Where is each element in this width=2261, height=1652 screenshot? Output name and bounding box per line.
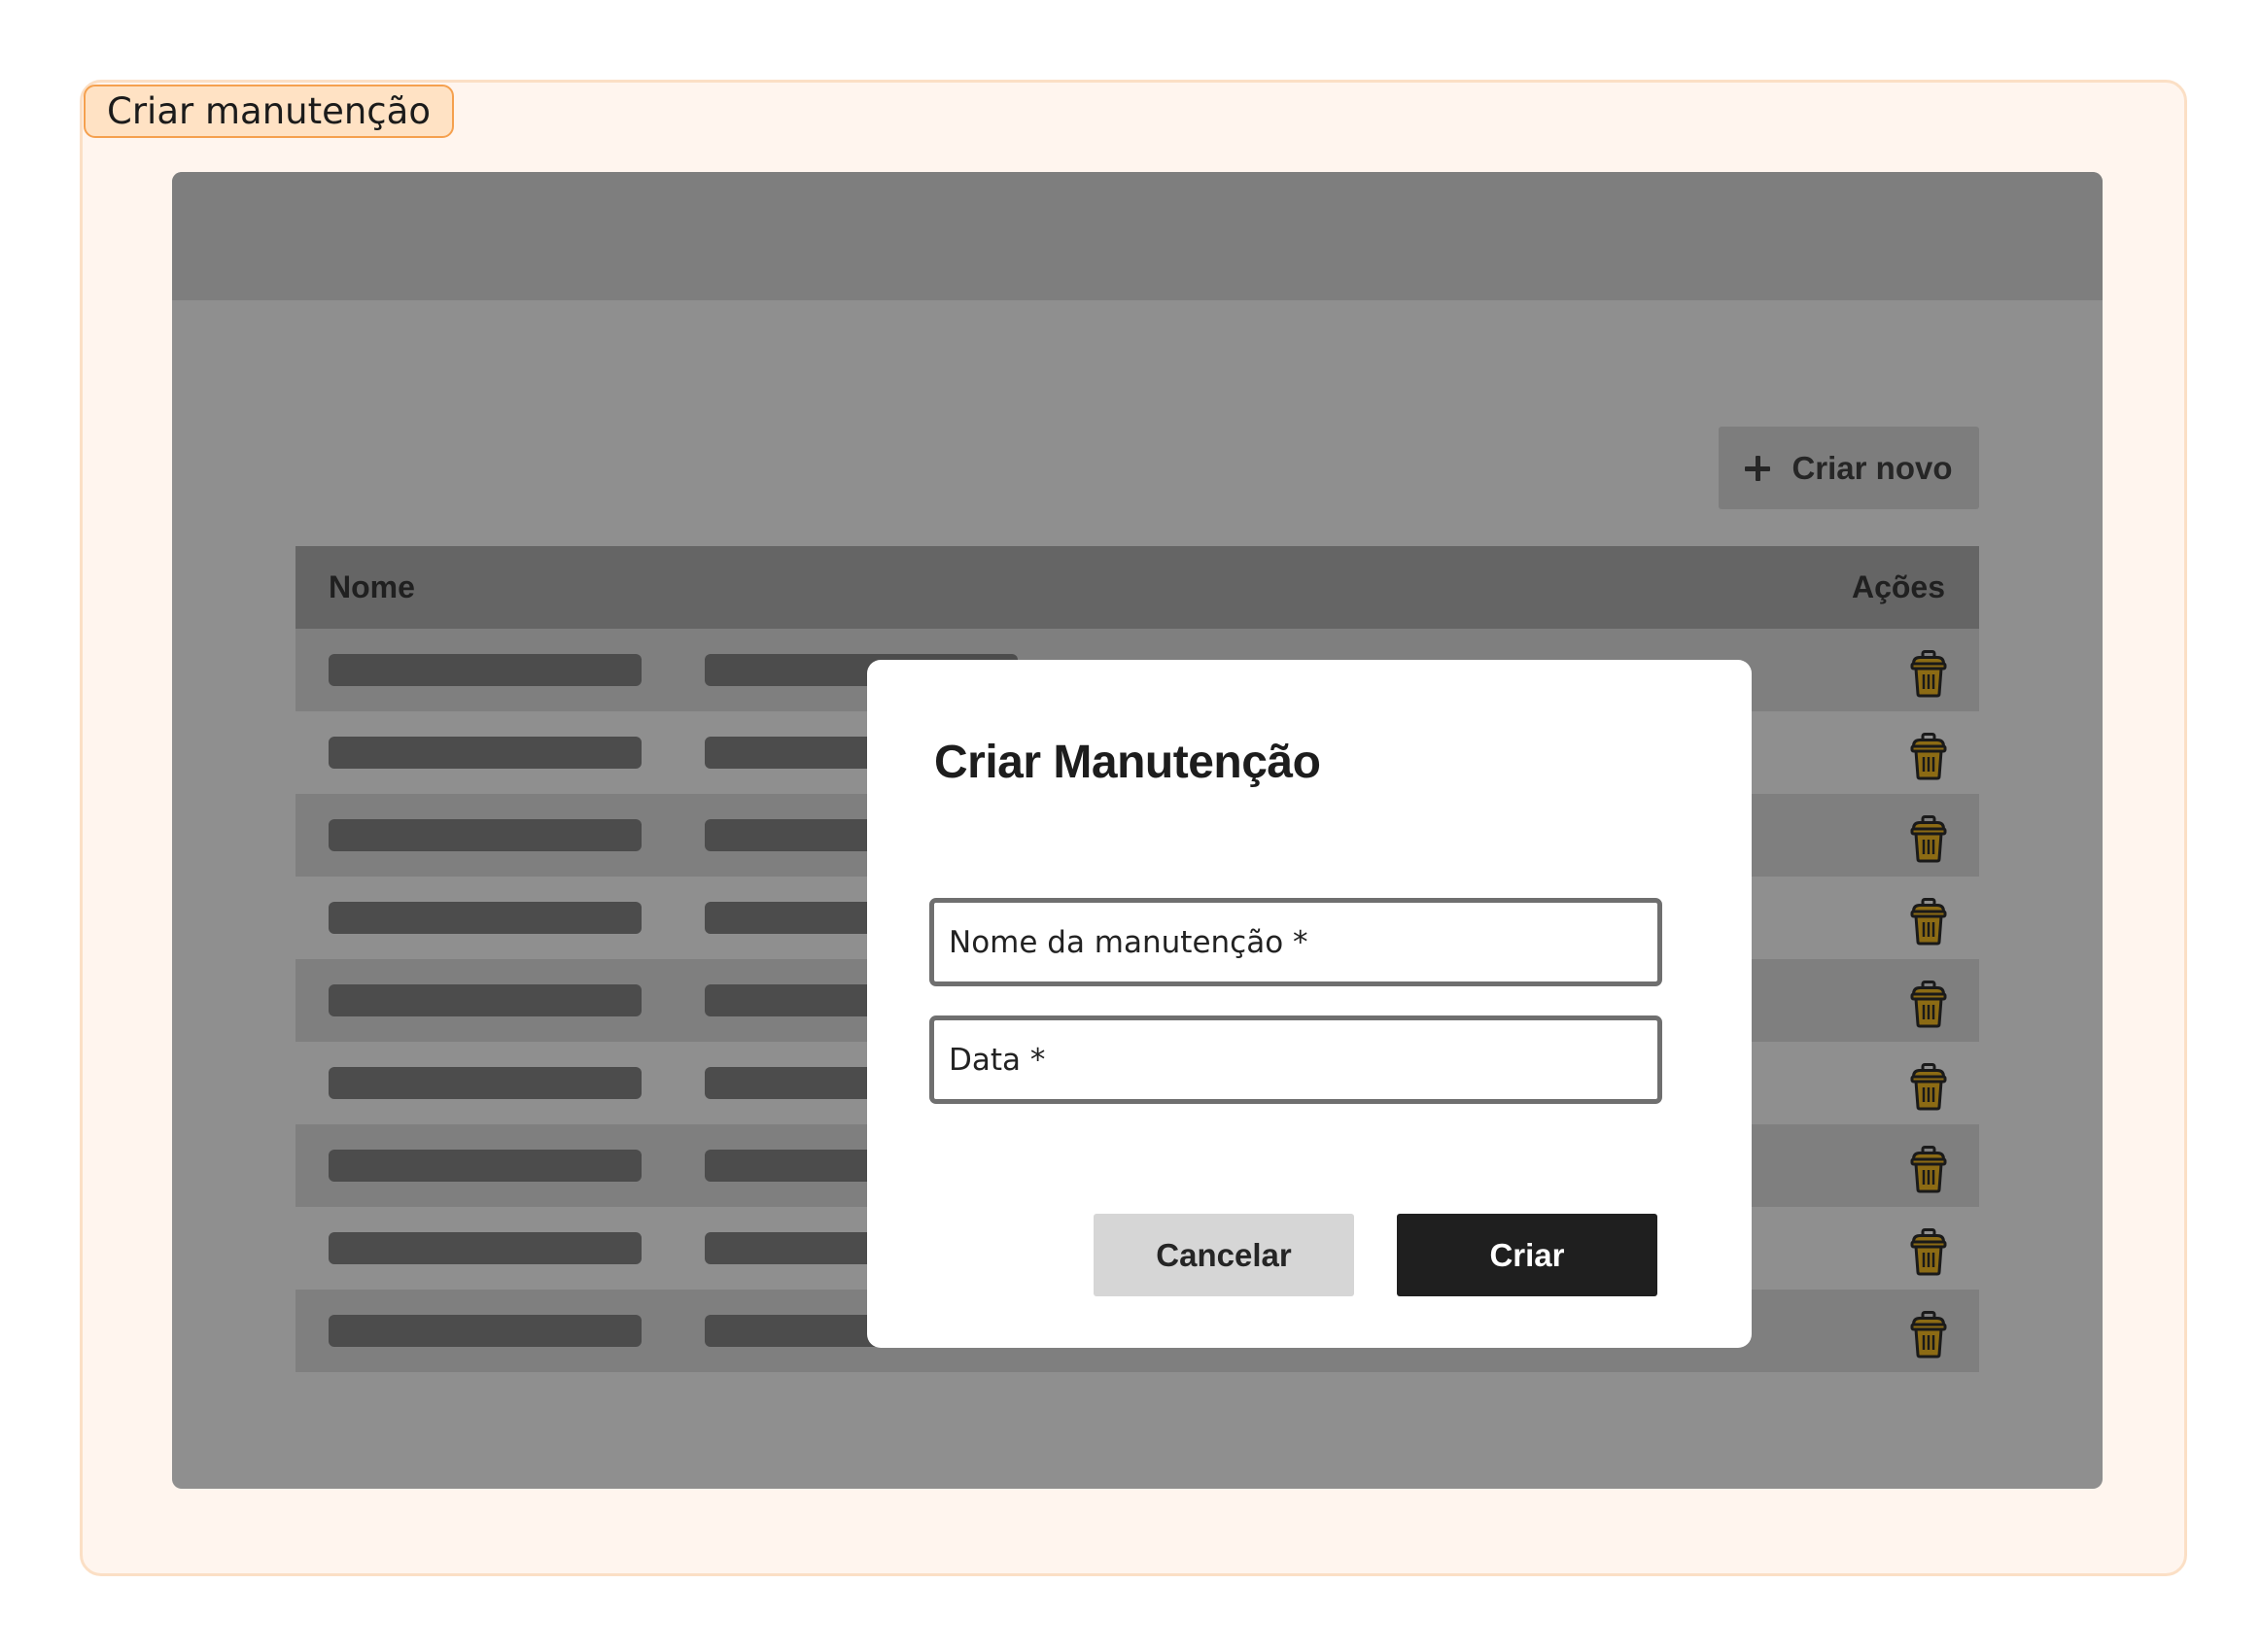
- name-placeholder-bar: [329, 1315, 642, 1347]
- name-placeholder-bar: [329, 1067, 642, 1099]
- name-placeholder-bar: [329, 1150, 642, 1182]
- name-placeholder-bar: [329, 819, 642, 851]
- trash-icon[interactable]: [1910, 1227, 1947, 1276]
- trash-icon[interactable]: [1910, 1310, 1947, 1359]
- name-placeholder-bar: [329, 737, 642, 769]
- screen-label: Criar manutenção: [84, 85, 454, 138]
- create-new-label: Criar novo: [1791, 449, 1953, 486]
- plus-icon: [1745, 455, 1771, 481]
- column-header-name: Nome: [329, 569, 415, 604]
- table-header: Nome Ações: [296, 546, 1979, 629]
- trash-icon[interactable]: [1910, 980, 1947, 1028]
- trash-icon[interactable]: [1910, 649, 1947, 698]
- name-placeholder-bar: [329, 902, 642, 934]
- trash-icon[interactable]: [1910, 1145, 1947, 1193]
- create-button[interactable]: Criar: [1397, 1214, 1657, 1296]
- date-input[interactable]: [934, 1020, 1657, 1099]
- create-maintenance-dialog: Criar Manutenção Cancelar Criar: [867, 660, 1752, 1348]
- name-placeholder-bar: [329, 984, 642, 1016]
- maintenance-name-input[interactable]: [934, 903, 1657, 981]
- trash-icon[interactable]: [1910, 732, 1947, 780]
- trash-icon[interactable]: [1910, 897, 1947, 946]
- cancel-button[interactable]: Cancelar: [1094, 1214, 1354, 1296]
- trash-icon[interactable]: [1910, 814, 1947, 863]
- app-window: Criar novo Nome Ações Criar Manutenção C…: [172, 172, 2103, 1489]
- trash-icon[interactable]: [1910, 1062, 1947, 1111]
- dialog-title: Criar Manutenção: [934, 737, 1321, 788]
- date-field[interactable]: [929, 1015, 1662, 1104]
- create-new-button[interactable]: Criar novo: [1719, 427, 1979, 509]
- name-placeholder-bar: [329, 1232, 642, 1264]
- app-header: [172, 172, 2103, 300]
- column-header-actions: Ações: [1851, 569, 1945, 604]
- name-placeholder-bar: [329, 654, 642, 686]
- maintenance-name-field[interactable]: [929, 898, 1662, 986]
